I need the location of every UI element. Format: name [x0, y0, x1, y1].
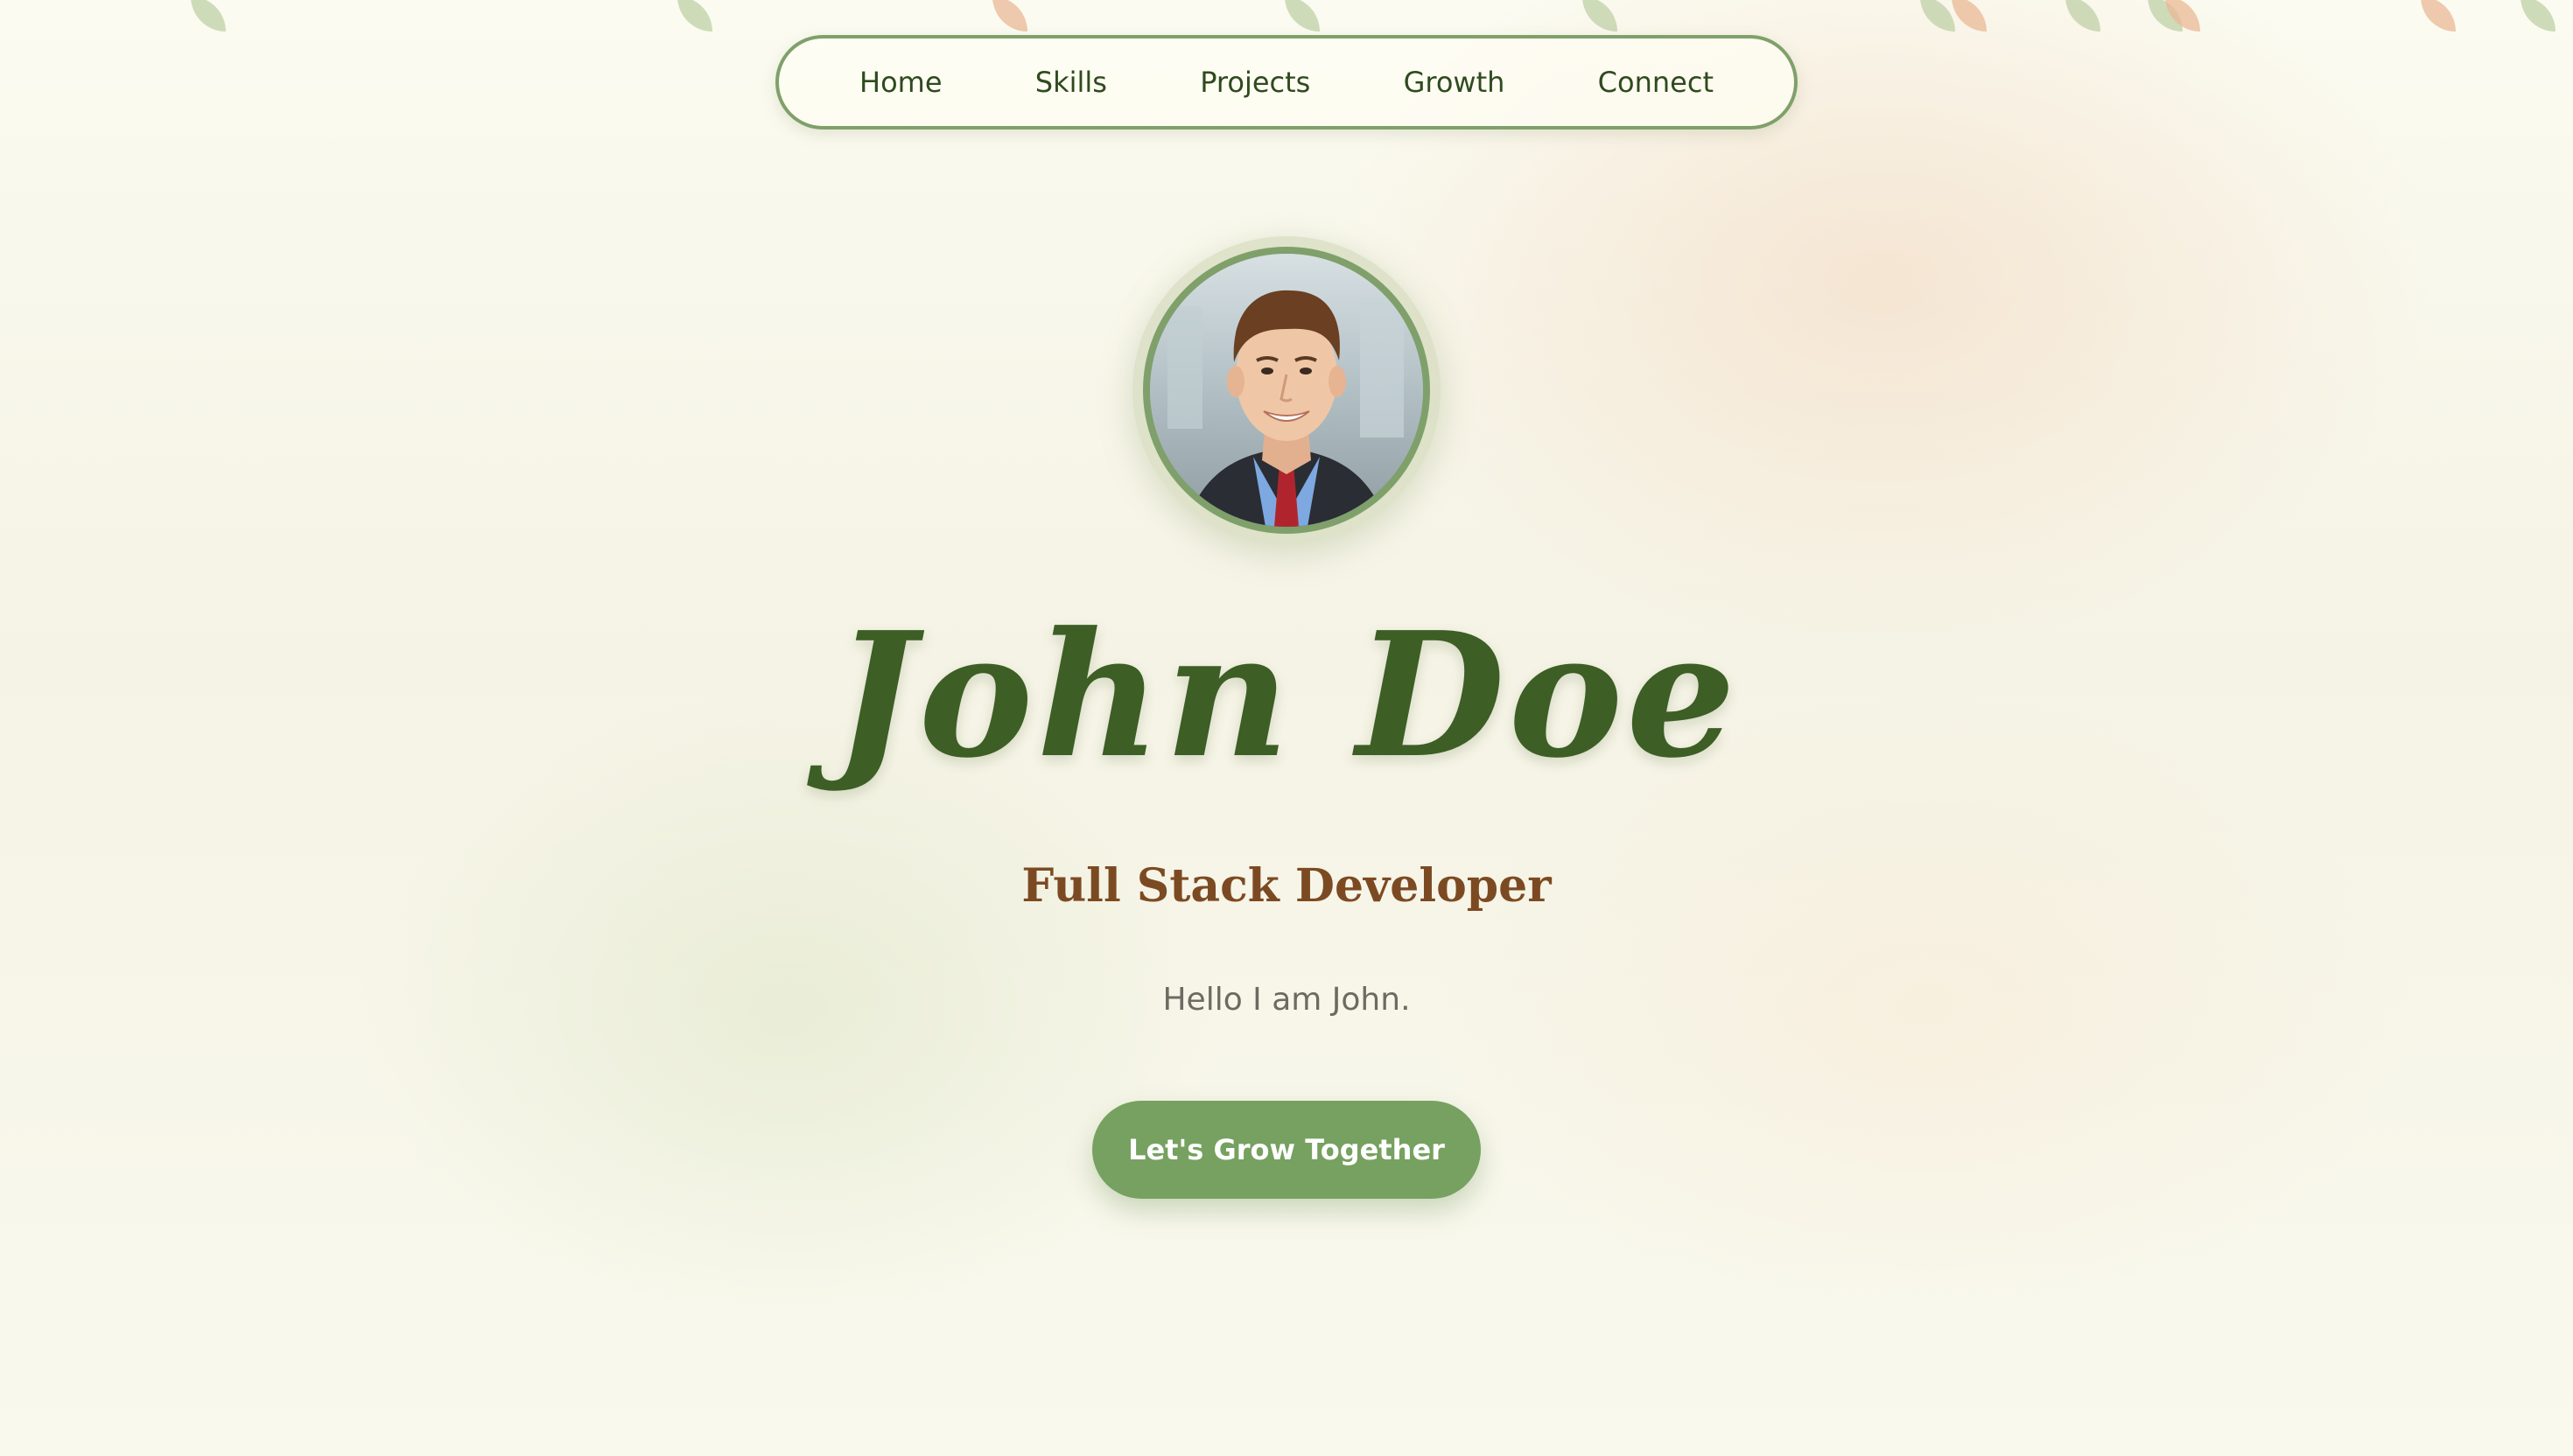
leaf-decoration [191, 0, 226, 32]
nav-connect-link[interactable]: Connect [1598, 66, 1714, 99]
leaf-decoration [1920, 0, 1955, 32]
profile-photo [1150, 254, 1423, 527]
grow-together-button[interactable]: Let's Grow Together [1092, 1101, 1481, 1199]
nav-projects-link[interactable]: Projects [1200, 66, 1310, 99]
leaf-decoration [1952, 0, 1987, 32]
leaf-decoration [2520, 0, 2555, 32]
leaf-decoration [2065, 0, 2100, 32]
leaf-decoration [992, 0, 1027, 32]
leaf-decoration [2421, 0, 2456, 32]
hero-role: Full Stack Developer [1021, 859, 1552, 913]
nav-growth-link[interactable]: Growth [1404, 66, 1505, 99]
leaf-decoration [1285, 0, 1320, 32]
hero-name: John Doe [833, 595, 1740, 796]
hero-greeting: Hello I am John. [1162, 982, 1411, 1018]
leaf-decoration [677, 0, 712, 32]
main-nav: Home Skills Projects Growth Connect [775, 35, 1798, 130]
leaf-decoration [1582, 0, 1617, 32]
avatar [1143, 247, 1430, 534]
nav-home-link[interactable]: Home [859, 66, 943, 99]
nav-skills-link[interactable]: Skills [1035, 66, 1107, 99]
